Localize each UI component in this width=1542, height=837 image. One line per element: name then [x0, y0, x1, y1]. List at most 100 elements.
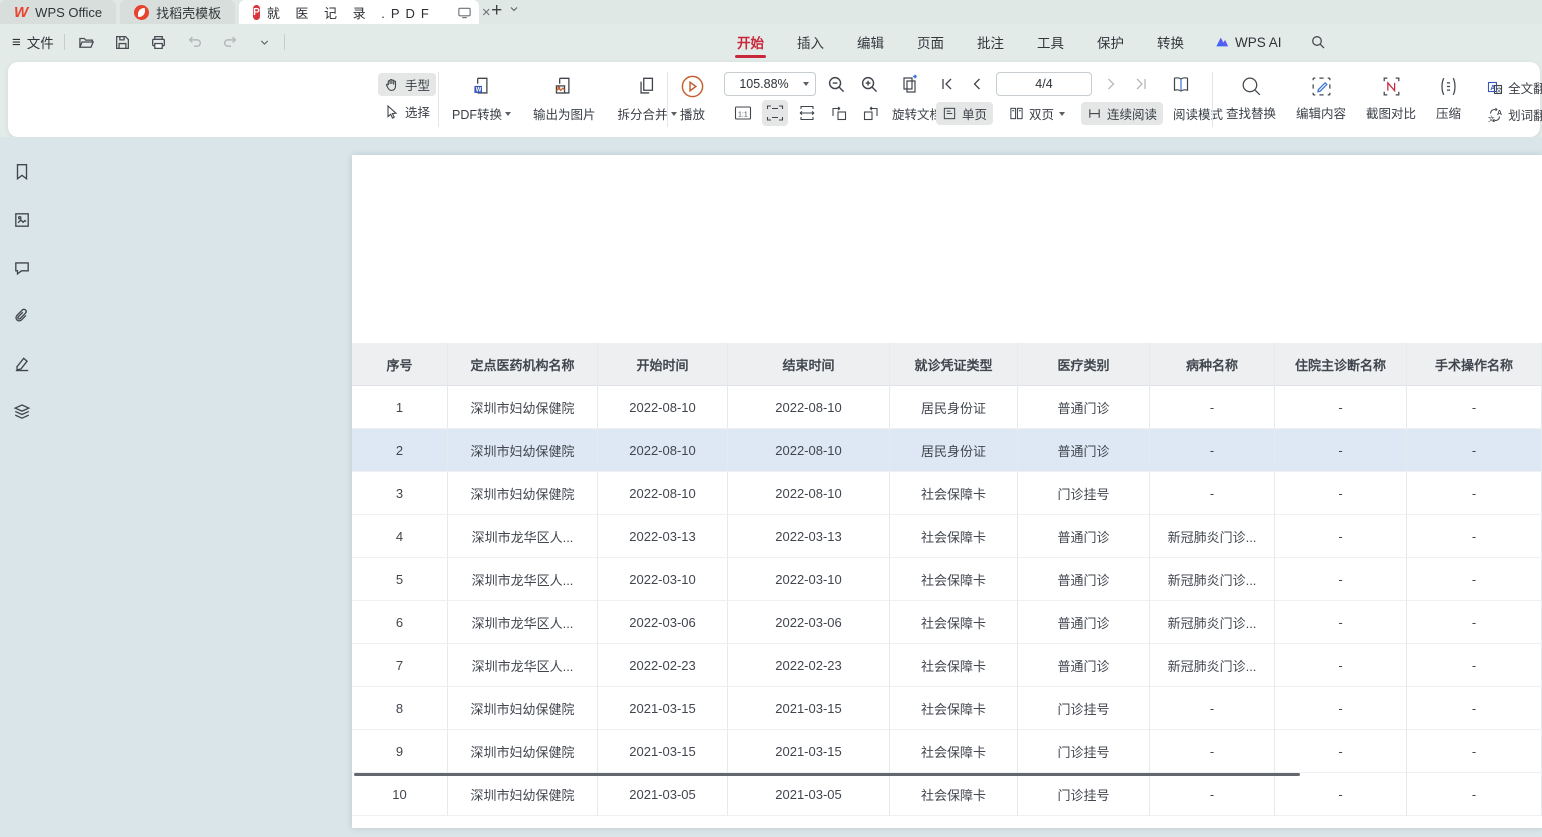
pdf-convert-button[interactable]: W PDF转换 — [452, 74, 511, 123]
zoom-in-icon[interactable] — [857, 72, 882, 97]
read-mode-book-icon[interactable] — [1166, 70, 1196, 100]
zoom-out-icon[interactable] — [824, 72, 849, 97]
signature-panel-icon[interactable] — [9, 351, 35, 377]
table-row[interactable]: 7深圳市龙华区人...2022-02-232022-02-23社会保障卡普通门诊… — [352, 644, 1542, 687]
menu-home[interactable]: 开始 — [735, 24, 766, 60]
double-page-button[interactable]: 双页 — [1003, 102, 1071, 125]
present-to-screen-icon[interactable] — [457, 5, 472, 20]
table-row[interactable]: 4深圳市龙华区人...2022-03-132022-03-13社会保障卡普通门诊… — [352, 515, 1542, 558]
menu-insert[interactable]: 插入 — [795, 24, 826, 60]
swap-pages-icon[interactable] — [894, 70, 924, 100]
table-body: 1深圳市妇幼保健院2022-08-102022-08-10居民身份证普通门诊--… — [352, 386, 1542, 816]
table-cell: 1 — [352, 386, 448, 429]
word-translate-button[interactable]: 文 A 划词翻译 — [1481, 103, 1542, 126]
play-button[interactable]: 播放 — [679, 73, 706, 123]
tab-document[interactable]: P 就 医 记 录 .PDF × — [239, 0, 479, 24]
hand-tool-button[interactable]: 手型 — [378, 73, 436, 96]
screenshot-compare-button[interactable]: 截图对比 — [1366, 74, 1416, 126]
rotate-doc-label[interactable]: 旋转文档 — [892, 104, 942, 123]
table-row[interactable]: 3深圳市妇幼保健院2022-08-102022-08-10社会保障卡门诊挂号--… — [352, 472, 1542, 515]
table-cell: 门诊挂号 — [1018, 687, 1150, 730]
full-translate-button[interactable]: A 文 全文翻译 — [1481, 76, 1542, 99]
quickbar-chevron-icon[interactable] — [255, 33, 274, 52]
export-image-button[interactable]: 输出为图片 — [533, 74, 596, 123]
table-cell: 2022-08-10 — [598, 472, 728, 515]
zoom-level-control[interactable] — [724, 72, 816, 96]
table-cell: - — [1407, 515, 1542, 558]
previous-page-icon[interactable] — [966, 73, 988, 95]
rotate-right-icon[interactable] — [858, 100, 884, 126]
table-cell: 2 — [352, 429, 448, 472]
table-row[interactable]: 5深圳市龙华区人...2022-03-102022-03-10社会保障卡普通门诊… — [352, 558, 1542, 601]
menu-page[interactable]: 页面 — [915, 24, 946, 60]
menu-convert[interactable]: 转换 — [1155, 24, 1186, 60]
thumbnails-panel-icon[interactable] — [9, 207, 35, 233]
redo-icon[interactable] — [219, 31, 242, 54]
tab-list-chevron-icon[interactable] — [508, 3, 520, 15]
menu-edit[interactable]: 编辑 — [855, 24, 886, 60]
chevron-down-icon — [505, 112, 511, 116]
comments-panel-icon[interactable] — [9, 255, 35, 281]
attachments-panel-icon[interactable] — [9, 303, 35, 329]
compress-button[interactable]: 压缩 — [1436, 74, 1461, 126]
first-page-icon[interactable] — [936, 73, 958, 95]
menu-row: ≡ 文件 — [0, 24, 1542, 60]
file-menu-button[interactable]: ≡ 文件 — [12, 32, 54, 52]
hand-tool-label: 手型 — [405, 75, 430, 94]
tab-docer-templates[interactable]: 找稻壳模板 — [120, 0, 235, 24]
table-cell: 5 — [352, 558, 448, 601]
table-cell: 新冠肺炎门诊... — [1150, 644, 1275, 687]
table-row[interactable]: 2深圳市妇幼保健院2022-08-102022-08-10居民身份证普通门诊--… — [352, 429, 1542, 472]
rotate-left-icon[interactable] — [826, 100, 852, 126]
menu-annotate[interactable]: 批注 — [975, 24, 1006, 60]
close-tab-icon[interactable]: × — [482, 5, 491, 20]
chevron-down-icon — [671, 112, 677, 116]
table-row[interactable]: 9深圳市妇幼保健院2021-03-152021-03-15社会保障卡门诊挂号--… — [352, 730, 1542, 773]
next-page-icon[interactable] — [1100, 73, 1122, 95]
new-tab-button[interactable]: + — [491, 0, 502, 22]
table-row[interactable]: 10深圳市妇幼保健院2021-03-052021-03-05社会保障卡门诊挂号-… — [352, 773, 1542, 816]
play-label: 播放 — [680, 104, 705, 123]
screenshot-compare-label: 截图对比 — [1366, 103, 1416, 122]
pdf-page[interactable]: 序号定点医药机构名称开始时间结束时间就诊凭证类型医疗类别病种名称住院主诊断名称手… — [352, 155, 1542, 828]
zoom-level-input[interactable] — [725, 77, 803, 91]
layers-panel-icon[interactable] — [9, 399, 35, 425]
last-page-icon[interactable] — [1130, 73, 1152, 95]
select-tool-button[interactable]: 选择 — [378, 100, 436, 123]
table-row[interactable]: 8深圳市妇幼保健院2021-03-152021-03-15社会保障卡门诊挂号--… — [352, 687, 1542, 730]
table-cell: - — [1407, 429, 1542, 472]
menu-wps-ai[interactable]: WPS AI — [1215, 35, 1282, 50]
actual-size-icon[interactable]: 1:1 — [730, 100, 756, 126]
page-number-input[interactable] — [997, 77, 1091, 91]
table-row[interactable]: 6深圳市龙华区人...2022-03-062022-03-06社会保障卡普通门诊… — [352, 601, 1542, 644]
file-menu-label: 文件 — [27, 32, 54, 52]
single-page-button[interactable]: 单页 — [936, 102, 993, 125]
undo-icon[interactable] — [183, 31, 206, 54]
table-cell: 门诊挂号 — [1018, 773, 1150, 816]
fit-width-icon[interactable] — [794, 100, 820, 126]
bookmarks-panel-icon[interactable] — [9, 159, 35, 185]
compress-icon — [1436, 74, 1461, 99]
fit-page-icon[interactable] — [762, 100, 788, 126]
page-indicator-control[interactable] — [996, 72, 1092, 96]
read-mode-label[interactable]: 阅读模式 — [1173, 104, 1223, 123]
menu-search-icon[interactable] — [1307, 31, 1329, 53]
continuous-read-button[interactable]: 连续阅读 — [1081, 102, 1163, 125]
open-file-icon[interactable] — [75, 31, 98, 54]
split-merge-label: 拆分合并 — [618, 104, 668, 123]
table-cell: 深圳市妇幼保健院 — [448, 773, 598, 816]
table-cell: - — [1150, 730, 1275, 773]
table-row[interactable]: 1深圳市妇幼保健院2022-08-102022-08-10居民身份证普通门诊--… — [352, 386, 1542, 429]
menu-tools[interactable]: 工具 — [1035, 24, 1066, 60]
document-workspace: 序号定点医药机构名称开始时间结束时间就诊凭证类型医疗类别病种名称住院主诊断名称手… — [0, 137, 1542, 837]
table-header-cell: 就诊凭证类型 — [890, 343, 1018, 386]
print-icon[interactable] — [147, 31, 170, 54]
tab-wps-office[interactable]: W WPS Office — [0, 0, 116, 24]
menu-protect[interactable]: 保护 — [1095, 24, 1126, 60]
table-cell: 深圳市妇幼保健院 — [448, 429, 598, 472]
table-cell: 社会保障卡 — [890, 472, 1018, 515]
edit-content-button[interactable]: 编辑内容 — [1296, 74, 1346, 126]
find-replace-label: 查找替换 — [1226, 103, 1276, 122]
find-replace-button[interactable]: 查找替换 — [1226, 74, 1276, 126]
save-icon[interactable] — [111, 31, 134, 54]
